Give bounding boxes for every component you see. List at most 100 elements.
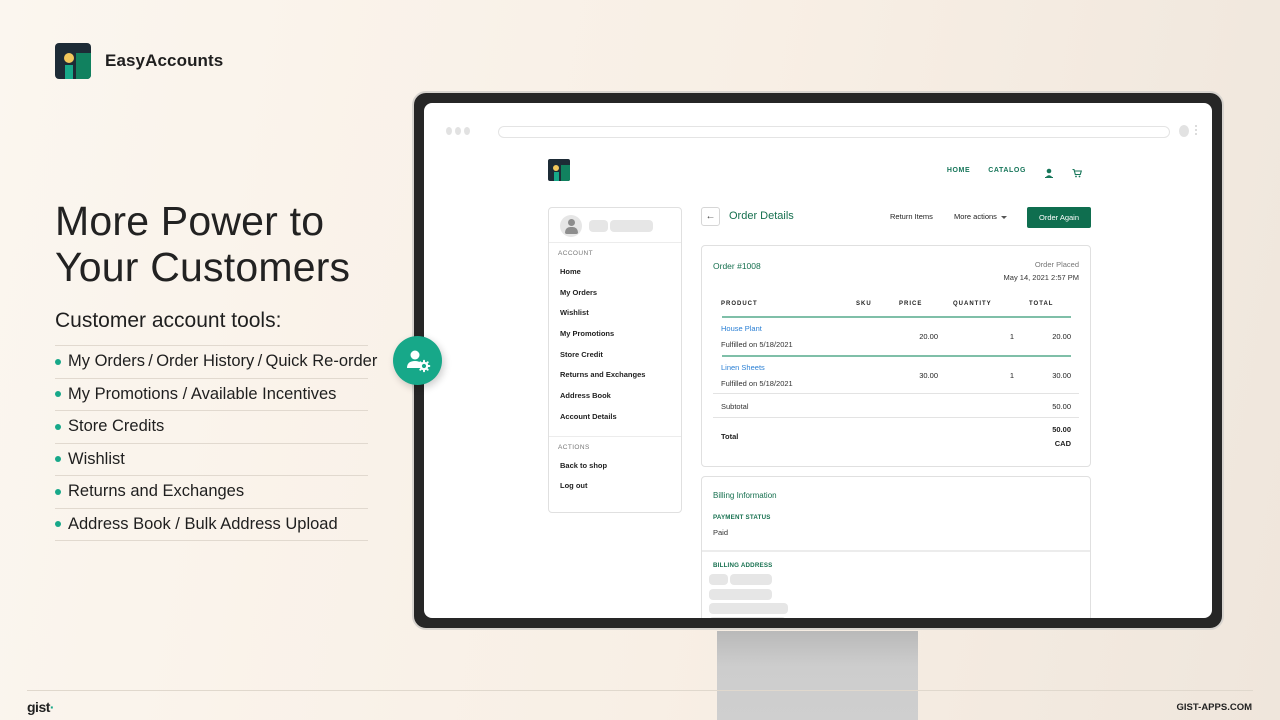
bullet-icon <box>55 391 61 398</box>
feature-item: Address Book / Bulk Address Upload <box>55 509 368 541</box>
return-items-button[interactable]: Return Items <box>890 212 933 221</box>
item-total: 20.00 <box>1052 332 1071 341</box>
sidebar-item-account-details[interactable]: Account Details <box>549 407 681 428</box>
user-settings-icon <box>393 336 442 385</box>
product-link[interactable]: Linen Sheets <box>721 363 765 372</box>
gist-logo: gist· <box>27 699 55 715</box>
chevron-down-icon <box>1000 215 1007 219</box>
feature-item: Wishlist <box>55 444 368 476</box>
column-header-product: PRODUCT <box>721 301 758 307</box>
website-url[interactable]: GIST-APPS.COM <box>1177 702 1252 713</box>
divider <box>702 550 1090 552</box>
subhead: Customer account tools: <box>55 309 282 332</box>
nav-catalog[interactable]: CATALOG <box>988 167 1026 174</box>
sidebar-item-log-out[interactable]: Log out <box>549 476 681 497</box>
section-title-actions: ACTIONS <box>558 443 590 451</box>
more-actions-label: More actions <box>954 212 997 221</box>
feature-label: My Orders / Order History / Quick Re-ord… <box>68 352 378 371</box>
item-price: 30.00 <box>919 371 938 380</box>
headline: More Power to Your Customers <box>55 198 350 290</box>
total-value: 50.00 <box>1052 425 1071 434</box>
feature-label: Returns and Exchanges <box>68 482 245 501</box>
feature-label: Store Credits <box>68 417 165 436</box>
monitor-stand <box>717 631 918 720</box>
cart-icon[interactable] <box>1072 165 1083 178</box>
actions-section: ACTIONS Back to shop Log out <box>549 437 681 497</box>
feature-item: My Orders / Order History / Quick Re-ord… <box>55 346 377 379</box>
billing-title: Billing Information <box>713 491 777 500</box>
bullet-icon <box>55 423 61 430</box>
sidebar-item-home[interactable]: Home <box>549 262 681 283</box>
name-placeholder <box>589 220 608 232</box>
row-divider <box>713 417 1079 418</box>
nav-home[interactable]: HOME <box>947 167 970 174</box>
item-quantity: 1 <box>1009 332 1014 341</box>
sidebar-item-my-promotions[interactable]: My Promotions <box>549 324 681 345</box>
sidebar-item-my-orders[interactable]: My Orders <box>549 283 681 304</box>
account-sidebar: ACCOUNT Home My Orders Wishlist My Promo… <box>548 207 682 513</box>
footer-divider <box>27 690 1253 691</box>
user-icon[interactable] <box>1044 165 1054 178</box>
bullet-icon <box>55 456 61 463</box>
back-button[interactable]: ← <box>701 207 720 226</box>
order-again-button[interactable]: Order Again <box>1027 207 1091 228</box>
url-bar[interactable] <box>498 126 1170 138</box>
more-actions-dropdown[interactable]: More actions <box>954 212 1007 221</box>
currency: CAD <box>1054 439 1071 448</box>
feature-label: Address Book / Bulk Address Upload <box>68 514 338 533</box>
subtotal-value: 50.00 <box>1052 402 1071 411</box>
column-header-total: TOTAL <box>1029 301 1054 307</box>
profile-icon[interactable] <box>1179 125 1189 137</box>
window-controls[interactable] <box>446 127 470 135</box>
feature-item: Returns and Exchanges <box>55 476 368 509</box>
name-placeholder <box>610 220 653 232</box>
feature-label: My Promotions / Available Incentives <box>68 384 337 403</box>
billing-address-label: BILLING ADDRESS <box>713 562 773 569</box>
sidebar-item-back-to-shop[interactable]: Back to shop <box>549 456 681 477</box>
sidebar-item-store-credit[interactable]: Store Credit <box>549 345 681 366</box>
item-price: 20.00 <box>919 332 938 341</box>
bullet-icon <box>55 488 61 495</box>
gist-logo-accent-icon: · <box>49 699 55 715</box>
item-quantity: 1 <box>1009 371 1014 380</box>
store-logo-icon[interactable] <box>548 159 570 181</box>
headline-line-1: More Power to <box>55 198 325 244</box>
browser-screen: HOME CATALOG ACCOUNT Home My Orders Wish… <box>424 103 1212 618</box>
row-divider <box>713 393 1079 394</box>
gist-logo-text: gist <box>27 699 50 715</box>
browser-toolbar <box>424 103 1212 143</box>
order-placed-date: May 14, 2021 2:57 PM <box>1003 273 1079 282</box>
sidebar-item-returns[interactable]: Returns and Exchanges <box>549 365 681 386</box>
monitor: HOME CATALOG ACCOUNT Home My Orders Wish… <box>412 91 1224 630</box>
column-header-quantity: QUANTITY <box>953 301 992 307</box>
sidebar-item-wishlist[interactable]: Wishlist <box>549 303 681 324</box>
avatar <box>560 215 582 237</box>
store-nav: HOME CATALOG <box>947 165 1083 178</box>
kebab-menu-icon[interactable] <box>1195 125 1197 137</box>
order-number: Order #1008 <box>713 261 761 271</box>
row-divider <box>722 355 1071 357</box>
user-summary <box>549 208 681 243</box>
brand: EasyAccounts <box>55 43 223 79</box>
bullet-icon <box>55 521 61 528</box>
fulfillment-status: Fulfilled on 5/18/2021 <box>721 340 793 349</box>
order-placed-label: Order Placed <box>1034 260 1079 269</box>
address-placeholder <box>709 603 788 614</box>
address-placeholder <box>730 574 772 585</box>
account-section: ACCOUNT Home My Orders Wishlist My Promo… <box>549 243 681 428</box>
product-link[interactable]: House Plant <box>721 324 762 333</box>
bullet-icon <box>55 358 61 365</box>
payment-status-value: Paid <box>713 528 729 537</box>
address-placeholder <box>709 617 786 618</box>
easyaccounts-logo-icon <box>55 43 91 79</box>
sidebar-item-address-book[interactable]: Address Book <box>549 386 681 407</box>
total-label: Total <box>721 432 739 441</box>
payment-status-label: PAYMENT STATUS <box>713 514 771 521</box>
column-header-sku: SKU <box>856 301 872 307</box>
fulfillment-status: Fulfilled on 5/18/2021 <box>721 379 793 388</box>
address-placeholder <box>709 589 772 600</box>
feature-item: Store Credits <box>55 411 368 444</box>
section-title-account: ACCOUNT <box>558 250 593 257</box>
headline-line-2: Your Customers <box>55 244 351 290</box>
item-total: 30.00 <box>1052 371 1071 380</box>
